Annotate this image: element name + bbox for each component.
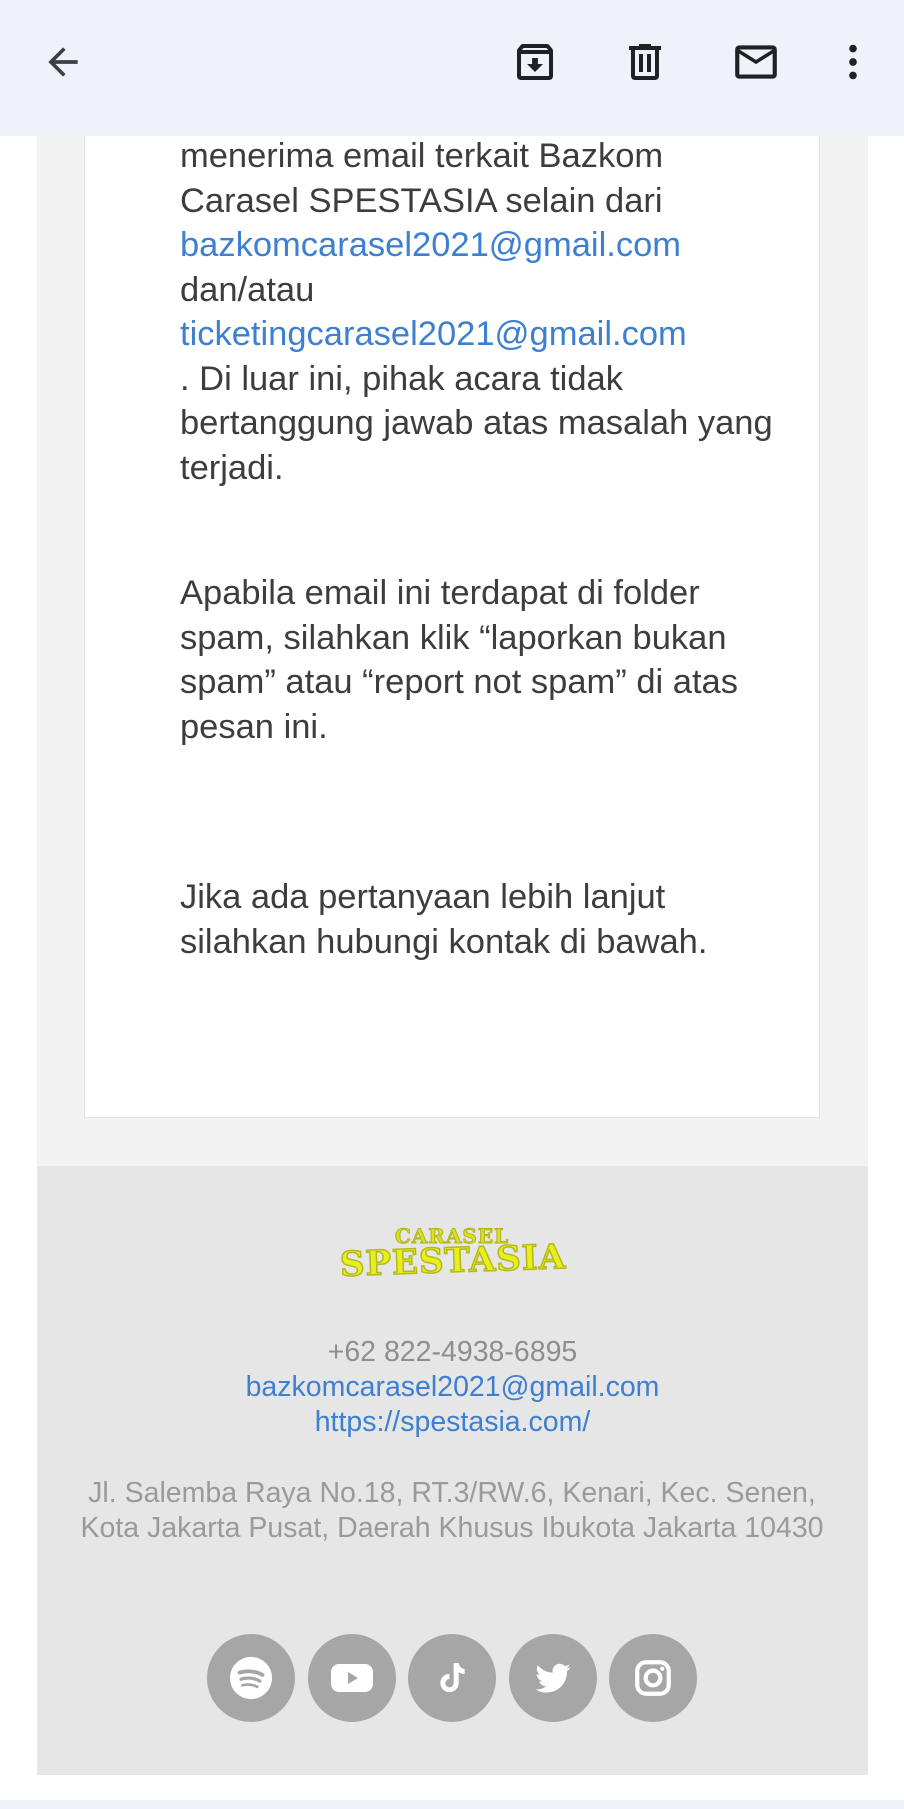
more-options-button[interactable]	[823, 32, 883, 92]
tiktok-button[interactable]	[408, 1634, 496, 1722]
instagram-button[interactable]	[609, 1634, 697, 1722]
twitter-button[interactable]	[509, 1634, 597, 1722]
disclaimer-text-start: menerima email terkait Bazkom Carasel SP…	[180, 137, 664, 220]
footer-phone: +62 822-4938-6895	[327, 1336, 578, 1368]
instagram-icon	[635, 1660, 671, 1696]
bazkom-email-link[interactable]: bazkomcarasel2021@gmail.com	[180, 226, 681, 264]
footer-address: Jl. Salemba Raya No.18, RT.3/RW.6, Kenar…	[80, 1477, 824, 1544]
spotify-button[interactable]	[207, 1634, 295, 1722]
youtube-icon	[331, 1664, 373, 1692]
footer-website-anchor[interactable]: https://spestasia.com/	[315, 1406, 591, 1438]
archive-icon	[517, 44, 553, 80]
spam-notice-paragraph: Apabila email ini terdapat di folder spa…	[180, 574, 738, 746]
mail-icon	[735, 45, 777, 79]
youtube-button[interactable]	[308, 1634, 396, 1722]
delete-button[interactable]	[615, 32, 675, 92]
twitter-icon	[535, 1663, 571, 1693]
logo-line-spestasia: SPESTASIA	[338, 1236, 567, 1285]
tiktok-icon	[440, 1663, 465, 1693]
more-vertical-icon	[849, 44, 857, 80]
disclaimer-text-end: . Di luar ini, pihak acara tidak bertang…	[180, 359, 773, 487]
disclaimer-paragraph: menerima email terkait Bazkom Carasel SP…	[180, 134, 780, 490]
arrow-left-icon	[48, 47, 78, 77]
top-app-bar	[0, 0, 904, 136]
disclaimer-text-and: dan/atau	[180, 270, 315, 309]
spestasia-logo: CARASEL SPESTASIA	[338, 1224, 568, 1286]
spotify-icon	[229, 1656, 273, 1700]
bottom-divider	[0, 1800, 904, 1809]
contact-notice-paragraph: Jika ada pertanyaan lebih lanjut silahka…	[180, 878, 708, 961]
footer-website-link: https://spestasia.com/	[37, 1405, 868, 1440]
archive-button[interactable]	[505, 32, 565, 92]
mark-unread-button[interactable]	[726, 32, 786, 92]
ticketing-email-link[interactable]: ticketingcarasel2021@gmail.com	[180, 315, 687, 353]
footer-email-link: bazkomcarasel2021@gmail.com	[37, 1370, 868, 1405]
back-button[interactable]	[33, 32, 93, 92]
footer-email-anchor[interactable]: bazkomcarasel2021@gmail.com	[246, 1371, 660, 1403]
trash-icon	[629, 44, 661, 80]
